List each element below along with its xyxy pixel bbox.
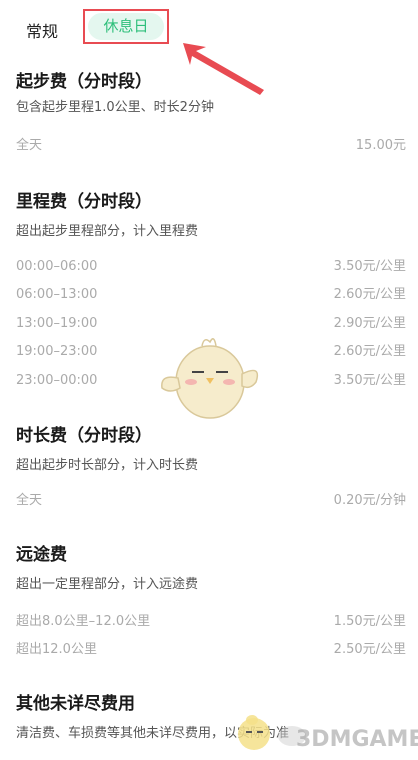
fee-row: 全天 0.20元/分钟: [16, 491, 406, 511]
tab-holiday[interactable]: 休息日: [88, 13, 164, 40]
fee-row-label: 全天: [16, 138, 43, 153]
section-description: 超出一定里程部分，计入远途费: [16, 577, 199, 592]
fee-row: 超出12.0公里 2.50元/公里: [16, 640, 406, 660]
section-long-distance-fee: 远途费 超出一定里程部分，计入远途费 超出8.0公里–12.0公里 1.50元/…: [16, 543, 406, 657]
fee-row-value: 2.90元/公里: [333, 316, 406, 331]
fee-row: 超出8.0公里–12.0公里 1.50元/公里: [16, 612, 406, 632]
fee-row-value: 15.00元: [355, 138, 406, 153]
fee-row-value: 3.50元/公里: [333, 373, 406, 388]
fee-row-label: 00:00–06:00: [16, 259, 98, 274]
fee-row-value: 1.50元/公里: [333, 614, 406, 629]
fee-row-label: 全天: [16, 493, 43, 508]
fee-row-label: 19:00–23:00: [16, 344, 98, 359]
section-description: 超出起步时长部分，计入时长费: [16, 458, 199, 473]
section-description: 超出起步里程部分，计入里程费: [16, 224, 199, 239]
section-title: 时长费（分时段）: [16, 426, 152, 446]
fee-row-value: 2.50元/公里: [333, 642, 406, 657]
fee-row-label: 23:00–00:00: [16, 373, 98, 388]
section-description: 包含起步里程1.0公里、时长2分钟: [16, 100, 214, 115]
fee-row-label: 超出8.0公里–12.0公里: [16, 614, 151, 629]
fee-row: 06:00–13:00 2.60元/公里: [16, 285, 406, 305]
fee-row: 00:00–06:00 3.50元/公里: [16, 257, 406, 277]
fee-row-label: 06:00–13:00: [16, 287, 98, 302]
section-duration-fee: 时长费（分时段） 超出起步时长部分，计入时长费 全天 0.20元/分钟: [16, 424, 406, 508]
section-mileage-fee: 里程费（分时段） 超出起步里程部分，计入里程费 00:00–06:00 3.50…: [16, 190, 406, 388]
fee-row-label: 超出12.0公里: [16, 642, 97, 657]
section-title: 起步费（分时段）: [16, 72, 152, 92]
fee-row-value: 2.60元/公里: [333, 287, 406, 302]
section-title: 远途费: [16, 545, 67, 565]
section-title: 里程费（分时段）: [16, 192, 152, 212]
section-start-fee: 起步费（分时段） 包含起步里程1.0公里、时长2分钟 全天 15.00元: [16, 70, 406, 153]
fee-row-value: 3.50元/公里: [333, 259, 406, 274]
fee-row-value: 0.20元/分钟: [333, 493, 406, 508]
watermark-text: 3DMGAME: [296, 727, 418, 752]
fee-row: 全天 15.00元: [16, 136, 406, 156]
tab-regular[interactable]: 常规: [26, 18, 58, 42]
fee-row-label: 13:00–19:00: [16, 316, 98, 331]
mascot-chick-icon: [161, 338, 259, 419]
fee-row-value: 2.60元/公里: [333, 344, 406, 359]
